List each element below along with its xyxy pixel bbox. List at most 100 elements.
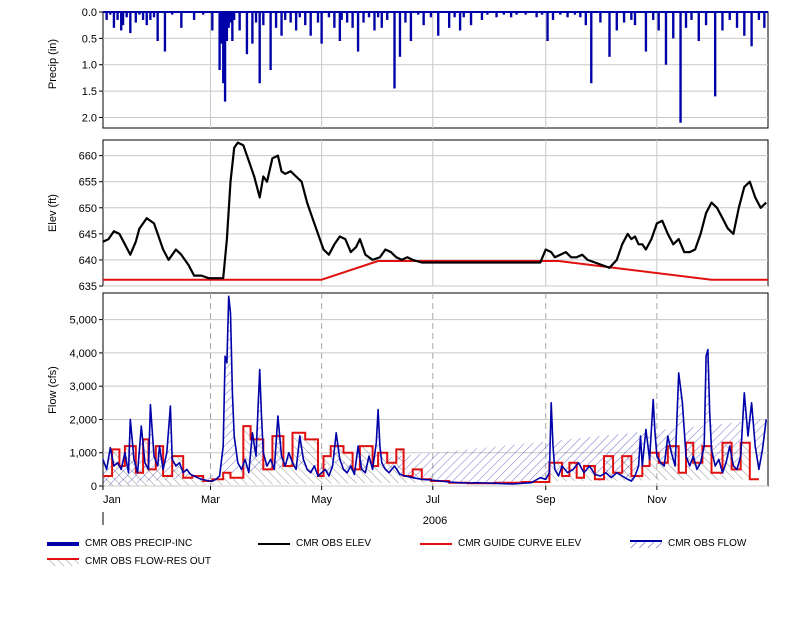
precip-bar: [679, 12, 682, 123]
precip-bar: [480, 12, 484, 20]
legend-item-guide-curve: CMR GUIDE CURVE ELEV: [420, 538, 581, 551]
elev-ytick-label: 635: [79, 281, 97, 293]
precip-bar: [644, 12, 648, 52]
x-tick-label: Nov: [647, 494, 667, 506]
precip-bar: [684, 12, 688, 28]
flow-ytick-label: 0: [91, 481, 97, 493]
legend-item-precip: CMR OBS PRECIP-INC: [47, 538, 192, 551]
precip-bar: [129, 12, 132, 34]
precip-bar: [409, 12, 413, 41]
precip-bar: [630, 12, 633, 20]
legend-label-obs-flow: CMR OBS FLOW: [668, 538, 747, 549]
precip-bar: [697, 12, 700, 41]
precip-bar: [274, 12, 278, 28]
precip-panel: 0.0 0.5 1.0 1.5 2.0 Precip (in): [47, 7, 769, 129]
precip-bar: [134, 12, 137, 23]
legend-swatch-obs-flow: [630, 540, 662, 548]
precip-bar: [345, 12, 349, 23]
precip-ytick-label: 0.5: [82, 33, 97, 45]
precip-bar: [633, 12, 637, 26]
precip-bar: [757, 12, 761, 20]
precip-bar: [380, 12, 383, 28]
precip-bar: [404, 12, 407, 23]
legend-swatch-guide-curve: [420, 543, 452, 545]
precip-plot-frame: [102, 11, 769, 129]
precip-ytick-label: 2.0: [82, 112, 97, 124]
elev-ytick-label: 650: [79, 203, 97, 215]
precip-bar: [211, 12, 214, 31]
precip-bar: [309, 12, 312, 36]
precip-ytick-label: 1.5: [82, 86, 97, 98]
precip-bar: [704, 12, 708, 26]
precip-bar: [546, 12, 549, 41]
precip-bar: [192, 12, 196, 20]
precip-bar: [262, 12, 265, 26]
elev-plot-frame: [102, 139, 769, 287]
precip-bar: [551, 12, 555, 20]
legend-swatch-elev: [258, 543, 290, 545]
flow-ytick-label: 5,000: [69, 315, 97, 327]
precip-bar: [672, 12, 675, 39]
legend-label-res-out: CMR OBS FLOW-RES OUT: [85, 556, 211, 567]
x-tick-label: May: [311, 494, 332, 506]
precip-bar: [398, 12, 402, 57]
precip-bar: [608, 12, 611, 57]
precip-bar: [422, 12, 425, 26]
elev-ytick-label: 640: [79, 255, 97, 267]
elev-ytick-label: 655: [79, 177, 97, 189]
precip-bar: [584, 12, 587, 26]
precip-bar: [458, 12, 462, 31]
precip-bar: [284, 12, 287, 20]
precip-bar: [393, 12, 396, 89]
precip-bar: [763, 12, 766, 28]
precip-bar: [145, 12, 148, 26]
precip-bar: [735, 12, 739, 28]
legend-swatch-precip: [47, 542, 79, 546]
precip-bar: [743, 12, 746, 36]
precip-bar: [180, 12, 183, 28]
flow-ytick-label: 4,000: [69, 348, 97, 360]
precip-bar: [116, 12, 119, 20]
elev-ytick-label: 645: [79, 229, 97, 241]
precip-bar: [238, 12, 241, 31]
precip-bar: [280, 12, 283, 36]
precip-bar: [333, 12, 336, 28]
precip-ytick-label: 0.0: [82, 7, 97, 19]
precip-bar: [254, 12, 258, 23]
precip-bar: [652, 12, 655, 20]
precip-bar: [386, 12, 389, 20]
precip-bar: [622, 12, 626, 23]
x-axis-year-label: 2006: [423, 515, 447, 527]
x-tick-label: Jul: [426, 494, 440, 506]
flow-panel: 0 1,000 2,000 3,000 4,000 5,000 Jan Mar May Jul S…: [47, 292, 769, 527]
x-tick-label: Sep: [536, 494, 556, 506]
precip-ytick-label: 1.0: [82, 60, 97, 72]
elev-ytick-label: 660: [79, 151, 97, 163]
precip-bar: [320, 12, 323, 44]
precip-bar: [289, 12, 292, 23]
precip-bar: [690, 12, 693, 20]
precip-bar: [251, 12, 254, 44]
precip-bar: [615, 12, 618, 31]
precip-bar: [664, 12, 668, 65]
x-tick-label: Mar: [201, 494, 220, 506]
legend-item-elev: CMR OBS ELEV: [258, 538, 371, 551]
precip-bar: [599, 12, 602, 23]
precip-bar: [149, 12, 152, 20]
precip-y-ticks: 0.0 0.5 1.0 1.5 2.0: [82, 7, 103, 124]
precip-bar: [316, 12, 320, 23]
flow-x-ticks: Jan Mar May Jul Sep Nov: [102, 486, 667, 506]
legend-label-elev: CMR OBS ELEV: [296, 538, 372, 549]
legend-item-res-out: CMR OBS FLOW-RES OUT: [47, 556, 211, 569]
flow-y-axis-label: Flow (cfs): [47, 366, 59, 414]
precip-bar: [437, 12, 440, 36]
legend-label-precip: CMR OBS PRECIP-INC: [85, 538, 193, 549]
flow-ytick-label: 3,000: [69, 381, 97, 393]
precip-bar: [469, 12, 473, 26]
precip-bar: [232, 12, 236, 20]
legend-item-obs-flow: CMR OBS FLOW: [630, 538, 746, 551]
precip-bar: [269, 12, 272, 70]
precip-bar: [156, 12, 159, 41]
precip-bar: [356, 12, 360, 52]
precip-bar: [121, 12, 125, 26]
